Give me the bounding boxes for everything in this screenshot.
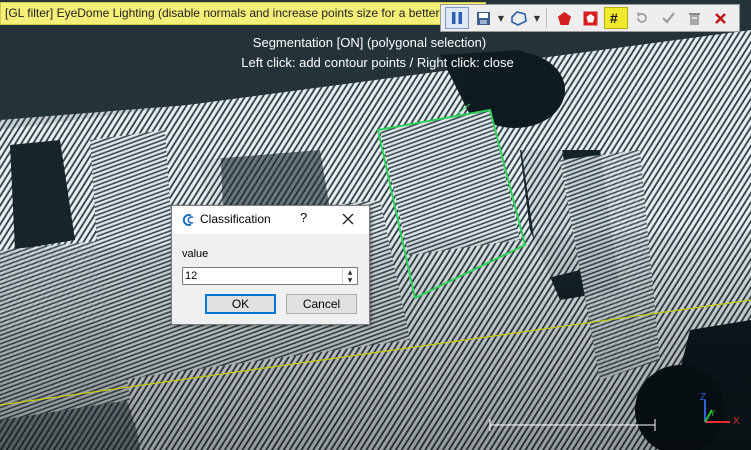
segment-out-icon bbox=[583, 11, 597, 25]
classification-dialog: Classification ? value ▲ ▼ OK Cancel bbox=[171, 205, 370, 325]
confirm-delete-button[interactable] bbox=[682, 7, 706, 29]
value-label: value bbox=[182, 248, 209, 260]
ok-button[interactable]: OK bbox=[205, 294, 276, 314]
axis-x-label: X bbox=[733, 416, 740, 427]
cancel-button[interactable]: Cancel bbox=[286, 294, 357, 314]
segment-out-button[interactable] bbox=[578, 7, 602, 29]
value-input[interactable] bbox=[185, 268, 340, 284]
spin-buttons: ▲ ▼ bbox=[342, 268, 357, 284]
save-dropdown-arrow[interactable]: ▼ bbox=[497, 7, 505, 29]
help-button[interactable]: ? bbox=[300, 210, 307, 225]
segmentation-instructions: Left click: add contour points / Right c… bbox=[241, 55, 514, 70]
segmentation-toolbar: ▼ ▼ # bbox=[440, 4, 740, 32]
gl-filter-banner: [GL filter] EyeDome Lighting (disable no… bbox=[0, 2, 487, 25]
save-icon bbox=[476, 11, 490, 25]
segment-in-button[interactable] bbox=[552, 7, 576, 29]
value-spinbox[interactable]: ▲ ▼ bbox=[182, 267, 358, 285]
reset-icon bbox=[637, 12, 647, 23]
grid-button[interactable]: # bbox=[604, 7, 628, 29]
pause-button[interactable] bbox=[445, 7, 469, 29]
dialog-title: Classification bbox=[200, 212, 271, 226]
gl-filter-text: [GL filter] EyeDome Lighting (disable no… bbox=[5, 6, 480, 20]
toolbar-separator bbox=[546, 8, 547, 28]
cancel-icon bbox=[714, 12, 726, 24]
selection-dropdown-arrow[interactable]: ▼ bbox=[533, 7, 541, 29]
cancel-segmentation-button[interactable] bbox=[708, 7, 732, 29]
dialog-title-bar[interactable]: Classification ? bbox=[172, 206, 369, 234]
confirm-button[interactable] bbox=[656, 7, 680, 29]
cloudcompare-logo-icon bbox=[182, 214, 194, 226]
save-button[interactable] bbox=[471, 7, 495, 29]
confirm-icon bbox=[661, 12, 675, 24]
polygon-selection-button[interactable] bbox=[507, 7, 531, 29]
spin-up-button[interactable]: ▲ bbox=[343, 268, 357, 276]
confirm-delete-icon bbox=[688, 12, 700, 25]
segmentation-status: Segmentation [ON] (polygonal selection) bbox=[252, 35, 487, 50]
spin-down-button[interactable]: ▼ bbox=[343, 276, 357, 284]
close-icon[interactable] bbox=[340, 211, 356, 227]
svg-text:#: # bbox=[610, 11, 618, 25]
grid-icon: # bbox=[610, 11, 618, 25]
polygon-selection-icon bbox=[511, 10, 527, 26]
axis-z-label: Z bbox=[700, 392, 706, 403]
reset-button[interactable] bbox=[630, 7, 654, 29]
axis-y-label: Y bbox=[710, 409, 716, 418]
pause-icon bbox=[452, 12, 462, 24]
segment-in-icon bbox=[557, 11, 571, 25]
